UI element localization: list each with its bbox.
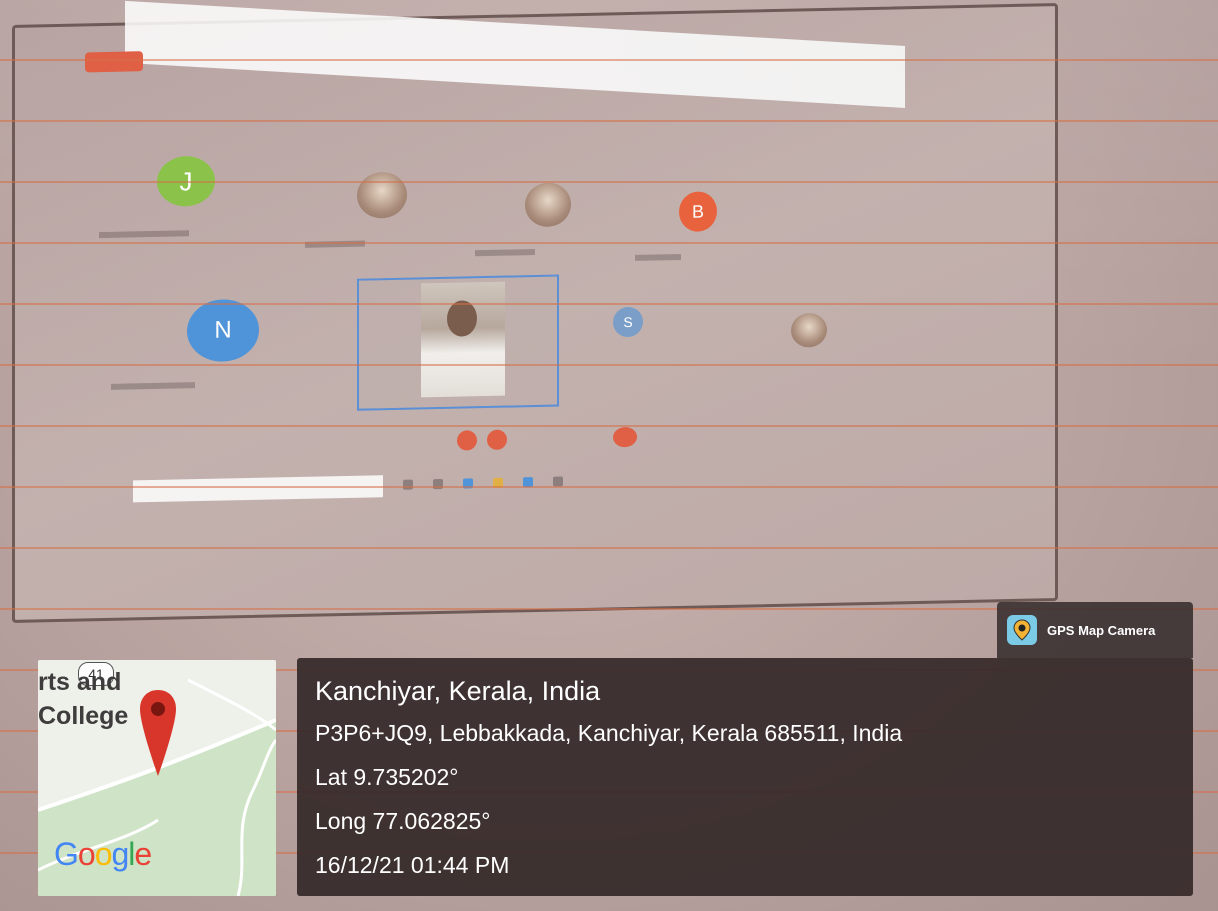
latitude-line: Lat 9.735202° [315,764,459,790]
datetime-line: 16/12/21 01:44 PM [315,852,510,878]
participant-name [99,230,189,239]
participant-photo [791,312,827,348]
gps-app-name: GPS Map Camera [1047,622,1156,638]
taskbar-icon [493,477,503,488]
participant-avatar: N [187,298,259,363]
participant-initial: S [623,313,633,331]
whiteboard-projection: J B N S [12,0,1058,623]
participant-photo [525,182,571,228]
participant-avatar: S [613,306,643,338]
taskbar-icon [523,477,533,488]
google-logo: Google [54,836,152,872]
participant-avatar: B [679,191,717,232]
taskbar-icon [403,479,413,490]
participant-name [475,249,535,257]
end-call-button [613,426,637,448]
taskbar-icon [463,478,473,489]
projected-taskbar [103,460,963,504]
mic-button [457,430,477,451]
address-line: P3P6+JQ9, Lebbakkada, Kanchiyar, Kerala … [315,720,903,746]
speaker-video [421,281,505,398]
longitude-line: Long 77.062825° [315,808,491,834]
participant-initial: B [691,200,704,222]
map-label-line2: College [38,702,129,730]
camera-button [487,429,507,451]
taskbar-icon [553,476,563,487]
map-thumbnail: 41 rts and College Google [38,660,276,896]
projected-search-box [133,475,383,503]
projected-browser-bar [125,0,905,108]
participant-name [635,253,681,261]
location-pin-icon [140,690,176,776]
taskbar-icon [433,478,443,490]
recording-badge [85,51,143,73]
location-info-panel: Kanchiyar, Kerala, India P3P6+JQ9, Lebba… [297,658,1193,896]
gps-camera-tag: GPS Map Camera [997,602,1193,658]
participant-initial: J [179,165,193,196]
participant-avatar: J [157,155,215,207]
place-name: Kanchiyar, Kerala, India [315,676,601,706]
gps-map-camera-logo-icon [1007,615,1037,645]
active-speaker-tile [357,274,559,411]
participant-name [305,240,365,248]
participant-initial: N [214,316,232,344]
participant-name [111,382,195,390]
participant-photo [357,171,407,219]
speaker-head [447,300,477,337]
map-label-line1: rts and [38,668,122,696]
